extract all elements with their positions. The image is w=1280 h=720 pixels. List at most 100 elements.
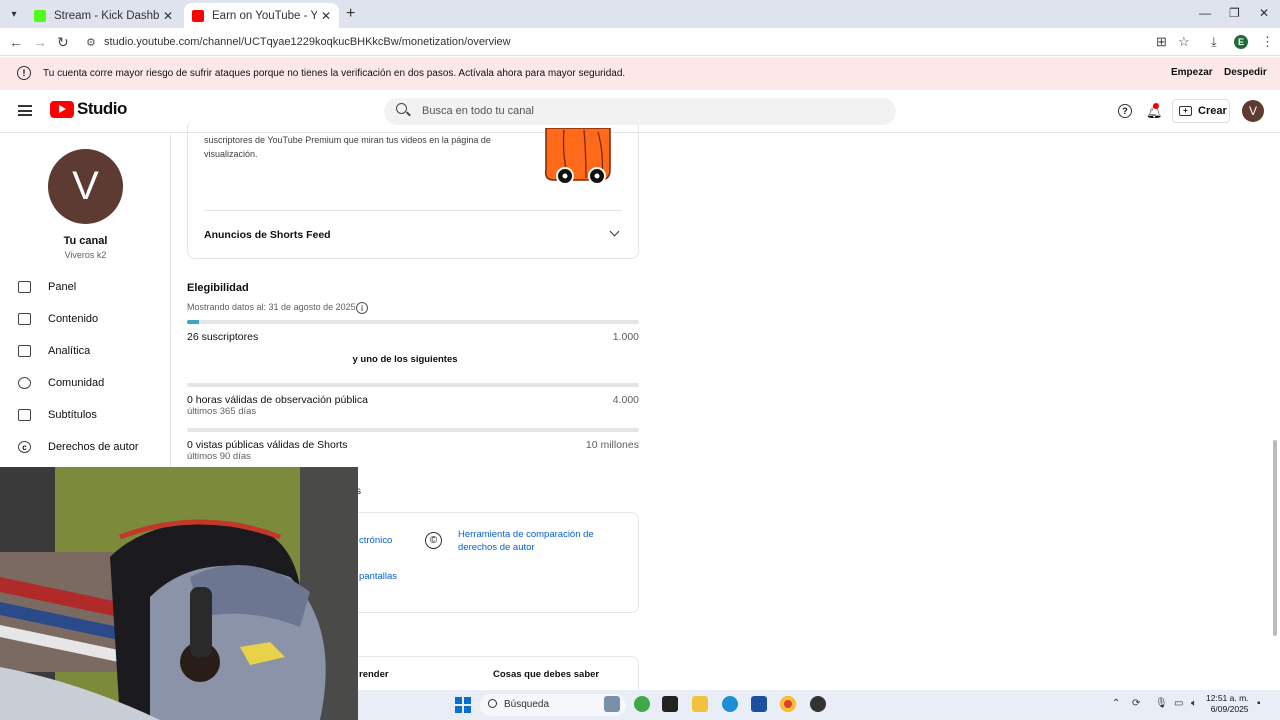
url-field[interactable]: studio.youtube.com/channel/UCTqyae1229ko… [104,36,511,48]
show-hidden-icons-chevron-icon[interactable]: ⌃ [1112,698,1120,709]
sidebar-item-copyright[interactable]: c Derechos de autor [0,435,171,459]
watch-hours-period: últimos 365 días [187,406,257,417]
subscribers-target: 1.000 [612,331,639,343]
clock-date: 6/09/2025 [1210,704,1249,714]
network-icon[interactable]: ▭ [1174,698,1183,709]
sidebar-item-panel[interactable]: Panel [0,275,171,299]
windows-start-icon[interactable] [455,697,471,713]
create-video-icon: + [1179,106,1192,116]
tab-things-to-know[interactable]: Cosas que debes saber [493,669,599,680]
tab-youtube-studio[interactable]: Earn on YouTube - YouTube Stu ✕ [184,3,339,28]
minimize-icon[interactable]: — [1199,6,1211,20]
shorts-feed-ads-label[interactable]: Anuncios de Shorts Feed [204,229,331,241]
taskbar-search-label: Búsqueda [504,699,550,710]
clock-time: 12:51 a. m. [1206,693,1249,703]
chrome-icon[interactable] [780,696,796,712]
sidebar-item-label: Analítica [48,345,91,357]
dismiss-button[interactable]: Despedir [1224,67,1267,78]
copyright-icon: c [18,441,31,453]
menu-icon[interactable] [18,105,32,116]
notification-badge [1153,103,1159,109]
shorts-views-progress-bar [187,428,639,432]
security-message: Tu cuenta corre mayor riesgo de sufrir a… [43,68,626,79]
channel-name: Viveros k2 [64,250,107,260]
eligibility-date: Mostrando datos al: 31 de agosto de 2025 [187,302,356,312]
site-info-icon[interactable]: ⚙ [86,36,96,49]
sidebar-item-label: Panel [48,281,77,293]
info-icon[interactable]: i [356,302,368,314]
search-icon [488,699,497,708]
search-input[interactable]: Busca en todo tu canal [422,105,534,117]
reload-icon[interactable]: ↻ [57,34,69,51]
back-icon[interactable]: ← [9,34,23,50]
sidebar-item-content[interactable]: Contenido [0,307,171,331]
premium-description: suscriptores de YouTube Premium que mira… [204,135,491,159]
channel-avatar[interactable]: V [48,149,123,224]
sidebar-item-subtitles[interactable]: Subtítulos [0,403,171,427]
translate-icon[interactable]: ⊞ [1156,34,1167,50]
taskbar-clock[interactable]: 12:51 a. m. 6/09/2025 [1206,693,1249,715]
subtitles-icon [18,409,31,421]
tab-kick-dashboard[interactable]: Stream - Kick Dashboard ✕ [26,3,181,28]
shorts-views-label: 0 vistas públicas válidas de Shorts [187,439,348,451]
subscribers-count: 26 suscriptores [187,331,259,343]
content-icon [18,313,31,325]
bookmark-star-icon[interactable]: ☆ [1178,34,1190,50]
forward-icon[interactable]: → [33,34,47,50]
webcam-overlay [0,467,358,720]
chevron-down-icon[interactable] [609,226,620,237]
one-of-following: y uno de los siguientes [352,354,458,365]
studio-logo-text[interactable]: Studio [77,99,127,119]
sidebar-item-analytics[interactable]: Analítica [0,339,171,363]
obs-icon[interactable] [810,696,826,712]
volume-icon[interactable]: 🔈︎ [1191,698,1197,709]
browser-menu-icon[interactable]: ⋮ [1261,34,1274,50]
close-tab-icon[interactable]: ✕ [321,9,331,23]
tab-search-chevron-icon[interactable]: ▾ [4,4,24,24]
watch-hours-label: 0 horas válidas de observación pública [187,394,368,406]
eligibility-title: Elegibilidad [187,282,249,294]
store-icon[interactable] [751,696,767,712]
kick-favicon-icon [34,9,46,22]
account-avatar[interactable]: V [1242,100,1264,122]
close-window-icon[interactable]: ✕ [1259,6,1269,20]
cart-illustration [544,128,611,185]
browser-tabbar: ▾ Stream - Kick Dashboard ✕ Earn on YouT… [0,0,1280,28]
security-banner: ! Tu cuenta corre mayor riesgo de sufrir… [0,57,1280,90]
subscribers-progress-fill [187,320,199,324]
page-scrollbar[interactable] [1273,440,1277,636]
copilot-icon[interactable] [634,696,650,712]
download-icon[interactable]: ⤓ [1211,34,1217,50]
sync-icon[interactable]: ⟳ [1132,698,1140,709]
webcam-image [0,467,358,720]
edge-icon[interactable] [722,696,738,712]
community-icon [18,377,31,389]
browser-profile-avatar[interactable]: E [1234,35,1248,49]
notification-center-icon[interactable]: ▪ [1257,698,1261,709]
sidebar-item-label: Derechos de autor [48,441,139,453]
email-link[interactable]: ctrónico [359,535,392,546]
shorts-views-period: últimos 90 días [187,451,251,462]
start-button[interactable]: Empezar [1171,67,1213,78]
restore-icon[interactable]: ❐ [1229,6,1240,20]
subscribers-progress-bar [187,320,639,324]
weather-widget-icon[interactable] [604,696,620,712]
file-explorer-icon[interactable] [692,696,708,712]
copyright-match-tool-link[interactable]: Herramienta de comparación de derechos d… [458,528,628,554]
youtube-favicon-icon [192,9,204,22]
terminal-icon[interactable] [662,696,678,712]
create-button[interactable]: + Crear [1172,99,1230,123]
microphone-icon[interactable]: 🎙︎ [1155,698,1168,709]
sidebar-item-community[interactable]: Comunidad [0,371,171,395]
dashboard-icon [18,281,31,293]
tab-learn[interactable]: render [359,669,389,680]
youtube-logo-icon[interactable] [50,101,74,118]
screens-link[interactable]: pantallas [359,571,397,582]
tab-title: Earn on YouTube - YouTube Stu [212,9,317,22]
help-icon[interactable]: ? [1118,104,1132,118]
sidebar-item-label: Comunidad [48,377,105,389]
copyright-icon: © [425,532,442,549]
close-tab-icon[interactable]: ✕ [163,9,173,23]
create-label: Crear [1198,105,1227,117]
new-tab-icon[interactable]: + [346,5,355,23]
